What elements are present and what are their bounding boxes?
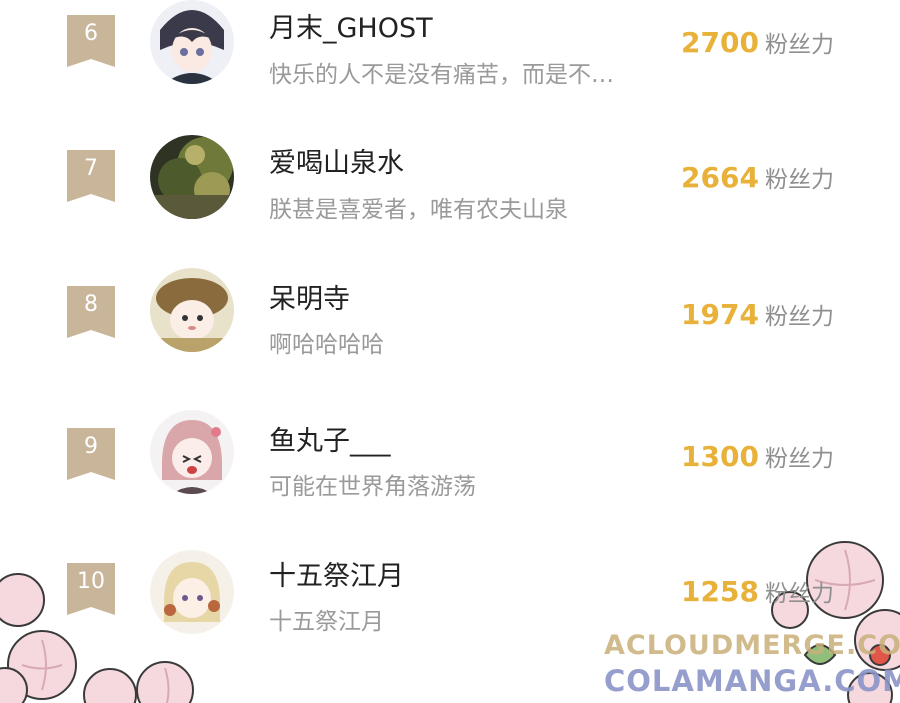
chibi-mushroom-avatar[interactable] (150, 268, 234, 352)
rank-number: 8 (84, 292, 98, 317)
fan-power-value: 1974 (681, 298, 759, 331)
user-bio: 可能在世界角落游荡 (269, 474, 476, 500)
rank-number: 7 (84, 156, 98, 181)
pink-hair-girl-avatar[interactable] (150, 410, 234, 494)
fan-power-value: 2700 (681, 26, 759, 59)
ranking-row[interactable]: 8 呆明寺 啊哈哈哈哈 1974 粉丝力 (0, 268, 900, 388)
forest-photo-avatar[interactable] (150, 135, 234, 219)
user-name[interactable]: 鱼丸子___ (269, 419, 391, 458)
rank-number: 9 (84, 434, 98, 459)
fan-power: 1258 粉丝力 (681, 574, 834, 608)
user-bio: 朕甚是喜爱者，唯有农夫山泉 (269, 197, 568, 223)
watermark-acloudmerge: ACLOUDMERGE.COM (604, 630, 900, 661)
anime-boy-avatar[interactable] (150, 0, 234, 84)
user-bio: 快乐的人不是没有痛苦，而是不… (269, 62, 614, 88)
fan-ranking-list: 6 月末_GHOST 快乐的人不是没有痛苦，而是不… 2700 粉丝力 7 爱喝… (0, 0, 900, 703)
blonde-girl-avatar[interactable] (150, 550, 234, 634)
rank-number: 10 (77, 569, 105, 594)
rank-number: 6 (84, 21, 98, 46)
fan-power-value: 2664 (681, 161, 759, 194)
fan-power-label: 粉丝力 (764, 581, 834, 607)
fan-power: 2700 粉丝力 (681, 25, 834, 59)
ranking-row[interactable]: 7 爱喝山泉水 朕甚是喜爱者，唯有农夫山泉 2664 粉丝力 (0, 135, 900, 255)
fan-power-value: 1258 (681, 575, 759, 608)
rank-badge: 10 (67, 563, 115, 615)
fan-power-label: 粉丝力 (764, 32, 834, 58)
user-bio: 十五祭江月 (269, 609, 384, 635)
user-name[interactable]: 月末_GHOST (269, 6, 433, 45)
user-name[interactable]: 十五祭江月 (269, 554, 404, 593)
fan-power: 2664 粉丝力 (681, 160, 834, 194)
rank-badge: 8 (67, 286, 115, 338)
user-name[interactable]: 呆明寺 (269, 277, 350, 316)
user-bio: 啊哈哈哈哈 (269, 332, 384, 358)
rank-badge: 9 (67, 428, 115, 480)
watermark-colamanga: COLAMANGA.COM (604, 664, 900, 698)
rank-badge: 6 (67, 15, 115, 67)
rank-badge: 7 (67, 150, 115, 202)
user-name[interactable]: 爱喝山泉水 (269, 141, 404, 180)
fan-power: 1974 粉丝力 (681, 297, 834, 331)
fan-power-label: 粉丝力 (764, 167, 834, 193)
fan-power-label: 粉丝力 (764, 446, 834, 472)
fan-power: 1300 粉丝力 (681, 439, 834, 473)
ranking-row[interactable]: 9 鱼丸子___ 可能在世界角落游荡 1300 粉丝力 (0, 410, 900, 530)
fan-power-label: 粉丝力 (764, 304, 834, 330)
ranking-row[interactable]: 6 月末_GHOST 快乐的人不是没有痛苦，而是不… 2700 粉丝力 (0, 0, 900, 120)
fan-power-value: 1300 (681, 440, 759, 473)
